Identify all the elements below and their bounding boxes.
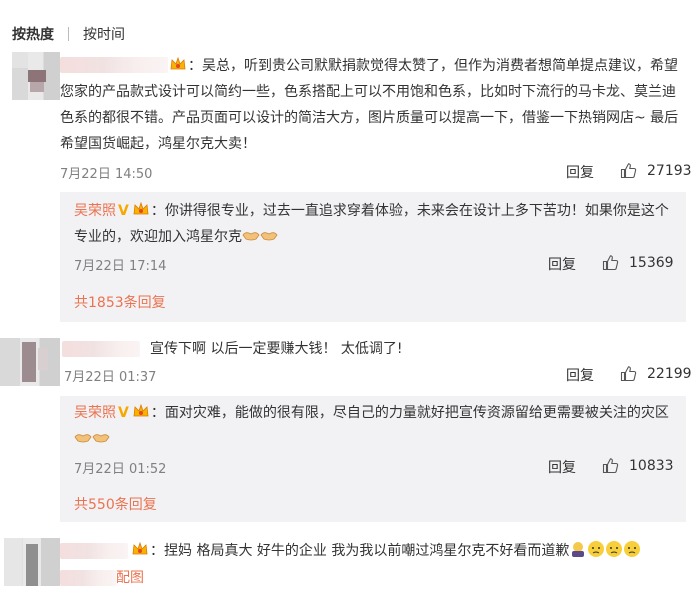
handshake-emoji <box>260 232 278 241</box>
reply-text: ：面对灾难，能做的很有限，尽自己的力量就好把宣传资源留给更需要被关注的灾区 <box>150 405 669 421</box>
like-button[interactable]: 10833 <box>602 457 674 474</box>
reply-box: 吴荣照 V ：面对灾难，能做的很有限，尽自己的力量就好把宣传资源留给更需要被关注的灾… <box>60 396 686 522</box>
handshake-emoji <box>92 434 110 443</box>
blurred-username <box>60 570 116 586</box>
comment-text: 宣传下啊 以后一定要赚大钱！ 太低调了! <box>150 341 403 357</box>
crown-icon <box>133 404 149 417</box>
handshake-emoji <box>74 434 92 443</box>
worried-emoji <box>624 541 641 557</box>
comment-time: 7月22日 01:37 <box>64 370 157 385</box>
verified-v-icon: V <box>118 405 129 421</box>
crown-icon <box>170 57 186 70</box>
avatar[interactable] <box>12 52 60 100</box>
verified-v-icon: V <box>118 203 129 219</box>
reply-text: ：你讲得很专业，过去一直追求穿着体验，未来会在设计上多下苦功！如果你是这个专业的… <box>74 203 669 245</box>
thumb-up-icon <box>602 458 619 474</box>
crown-icon <box>133 202 149 215</box>
like-count: 27193 <box>647 162 692 179</box>
reply-button[interactable]: 回复 <box>566 365 594 385</box>
sort-tabs: 按热度 按时间 <box>12 24 125 44</box>
reply-button[interactable]: 回复 <box>566 162 594 182</box>
tab-by-hot[interactable]: 按热度 <box>12 24 54 44</box>
reply-username[interactable]: 吴荣照 <box>74 203 116 219</box>
avatar[interactable] <box>4 538 60 586</box>
reply-button[interactable]: 回复 <box>548 254 576 274</box>
like-button[interactable]: 22199 <box>620 365 692 382</box>
picture-link[interactable]: 配图 <box>116 567 144 587</box>
reply-body: 吴荣照 V ：面对灾难，能做的很有限，尽自己的力量就好把宣传资源留给更需要被关注的灾… <box>74 400 680 452</box>
comment-body: ：吴总，听到贵公司默默捐款觉得太赞了，但作为消费者想简单提点建议，希望您家的产品… <box>60 53 688 157</box>
thumb-up-icon <box>602 255 619 271</box>
reply-username[interactable]: 吴荣照 <box>74 405 116 421</box>
blurred-username <box>62 341 140 357</box>
tab-by-time[interactable]: 按时间 <box>83 24 125 44</box>
more-replies-link[interactable]: 共550条回复 <box>74 494 157 514</box>
bowing-emoji <box>572 542 585 557</box>
reply-time: 7月22日 01:52 <box>74 462 167 477</box>
like-button[interactable]: 15369 <box>602 254 674 271</box>
comment-body: 宣传下啊 以后一定要赚大钱！ 太低调了! <box>150 336 688 362</box>
comment-body: ：捏妈 格局真大 好牛的企业 我为我以前嘲过鸿星尔克不好看而道歉 <box>130 538 690 564</box>
like-button[interactable]: 27193 <box>620 162 692 179</box>
handshake-emoji <box>242 232 260 241</box>
worried-emoji <box>606 541 623 557</box>
reply-time: 7月22日 17:14 <box>74 259 167 274</box>
thumb-up-icon <box>620 366 637 382</box>
avatar[interactable] <box>0 338 60 386</box>
like-count: 22199 <box>647 365 692 382</box>
worried-emoji <box>588 541 605 557</box>
crown-icon <box>132 542 148 555</box>
reply-button[interactable]: 回复 <box>548 457 576 477</box>
comment-time: 7月22日 14:50 <box>60 167 153 182</box>
reply-box: 吴荣照 V ：你讲得很专业，过去一直追求穿着体验，未来会在设计上多下苦功！如果你是这… <box>60 192 686 322</box>
reply-body: 吴荣照 V ：你讲得很专业，过去一直追求穿着体验，未来会在设计上多下苦功！如果你是这… <box>74 198 680 250</box>
tab-divider <box>68 27 69 41</box>
blurred-username <box>60 543 128 559</box>
comment-text: ：捏妈 格局真大 好牛的企业 我为我以前嘲过鸿星尔克不好看而道歉 <box>150 543 570 559</box>
like-count: 10833 <box>629 457 674 474</box>
thumb-up-icon <box>620 163 637 179</box>
comment-text: ：吴总，听到贵公司默默捐款觉得太赞了，但作为消费者想简单提点建议，希望您家的产品… <box>60 58 679 152</box>
more-replies-link[interactable]: 共1853条回复 <box>74 292 166 312</box>
like-count: 15369 <box>629 254 674 271</box>
